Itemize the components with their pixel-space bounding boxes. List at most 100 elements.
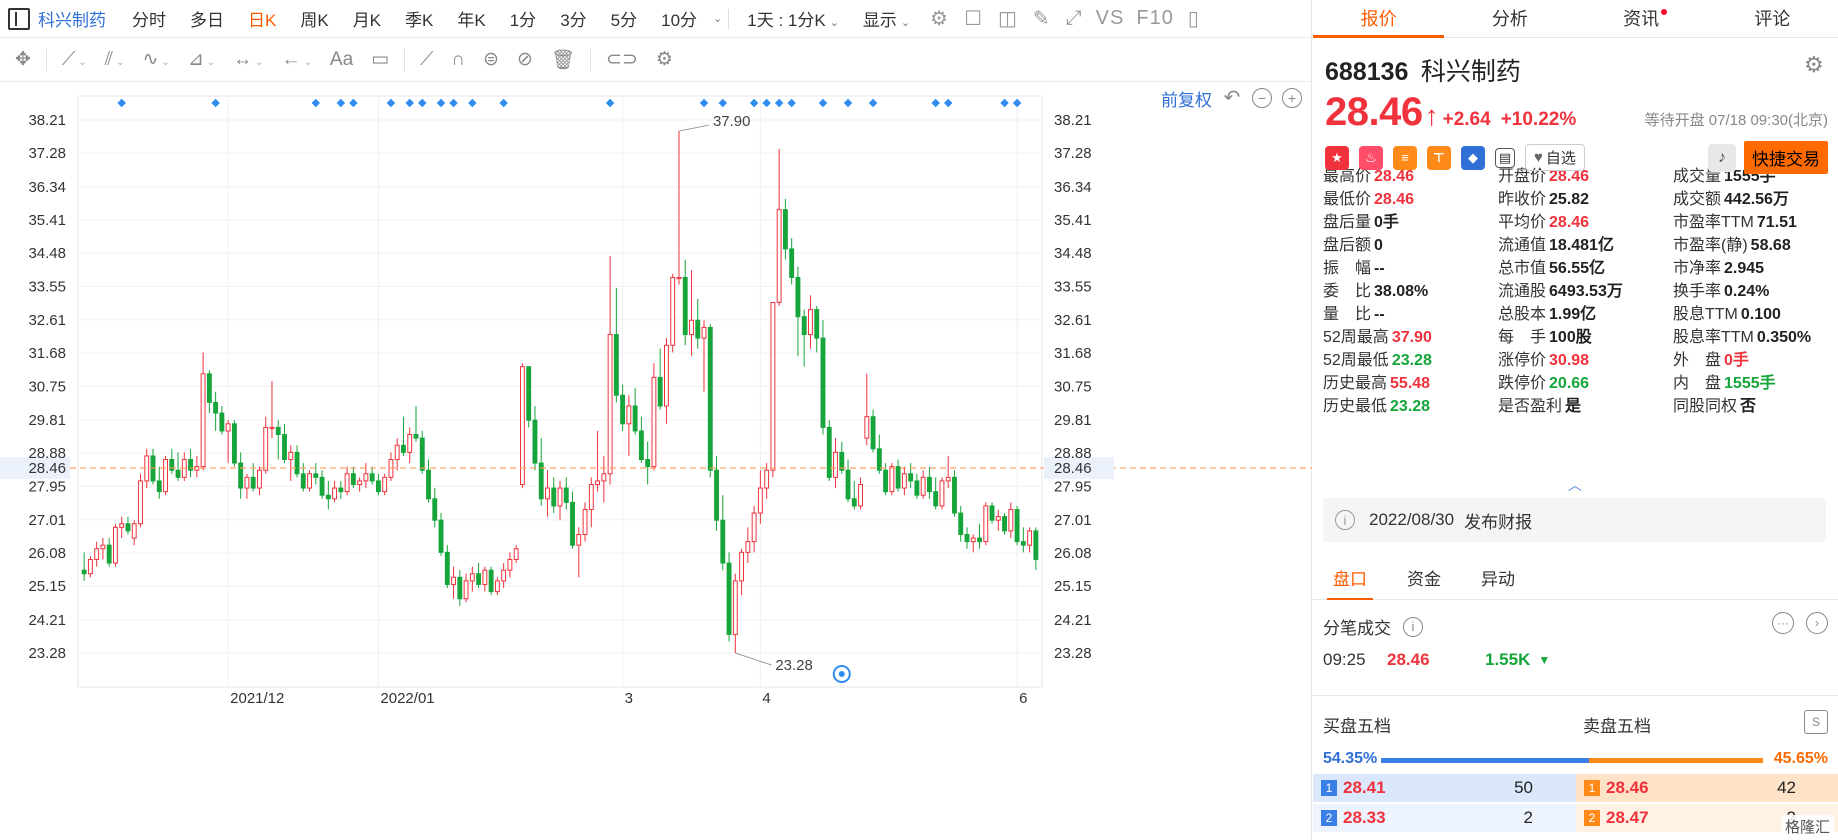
display-label: 显示: [862, 11, 897, 30]
period-quarterly-k[interactable]: 季K: [405, 6, 433, 31]
candle-body: [695, 319, 701, 339]
candle-body: [363, 473, 369, 482]
camera-icon[interactable]: ◫: [998, 6, 1017, 31]
trash-icon[interactable]: 🗑: [551, 48, 575, 72]
candle-body: [131, 523, 137, 539]
quick-trade-button[interactable]: 快捷交易: [1744, 141, 1828, 174]
arrow-tool-icon[interactable]: ← ⌄: [282, 49, 312, 71]
y-tick-label-right: 34.48: [1054, 245, 1092, 262]
panel-toggle-icon[interactable]: ▯: [1188, 6, 1199, 31]
period-toolbar: 科兴制药 分时 多日 日K 周K 月K 季K 年K 1分 3分 5分 10分 ⌄…: [0, 0, 1312, 38]
magnet-icon[interactable]: ∩: [451, 49, 465, 71]
candle-body: [100, 544, 106, 550]
y-tick-label-left: 35.41: [28, 212, 66, 229]
fullscreen-icon[interactable]: ⤢: [1066, 7, 1082, 30]
range-select[interactable]: 1天 : 1分K ⌄: [747, 6, 839, 31]
measure-tool-icon[interactable]: ↔ ⌄: [233, 49, 263, 71]
candle-body: [770, 301, 776, 471]
tab-quote[interactable]: 报价: [1313, 0, 1445, 38]
buy-level-row[interactable]: 1 28.41 50: [1313, 774, 1576, 802]
text-tool-icon[interactable]: Aa: [330, 49, 353, 71]
level-volume: 2: [1523, 808, 1533, 827]
coins-icon[interactable]: ≡: [1393, 145, 1417, 170]
event-marker-icon: [749, 98, 759, 108]
line-tool-icon[interactable]: ⟋ ⌄: [62, 49, 87, 71]
tab-comments[interactable]: 评论: [1707, 0, 1838, 37]
collapse-chevron-icon[interactable]: ︿: [1568, 475, 1582, 495]
more-icon[interactable]: ···: [1772, 612, 1794, 634]
settings-gear-icon[interactable]: ⚙: [930, 6, 948, 31]
vs-compare-button[interactable]: VS: [1096, 7, 1125, 30]
earnings-report-notice[interactable]: i 2022/08/30 发布财报: [1323, 498, 1826, 542]
hk-icon[interactable]: ⊤: [1427, 145, 1451, 170]
y-tick-label-right: 33.55: [1054, 278, 1092, 295]
add-watchlist-button[interactable]: ♥ 自选: [1525, 144, 1585, 171]
f10-button[interactable]: F10: [1136, 7, 1173, 30]
candlestick-chart[interactable]: 28.46 28.46 37.90 23.28 38.21 38.21 37.28 37.2…: [0, 82, 1312, 708]
tab-orderbook[interactable]: 盘口: [1313, 560, 1387, 600]
tab-analysis[interactable]: 分析: [1444, 0, 1575, 37]
tab-capital[interactable]: 资金: [1387, 560, 1461, 599]
watermark: 格隆汇: [1780, 815, 1834, 838]
tag-icon[interactable]: ◆: [1461, 145, 1485, 170]
period-monthly-k[interactable]: 月K: [353, 6, 381, 31]
stat-value: 1.99亿: [1549, 306, 1597, 323]
candle-body: [776, 209, 782, 303]
fib-tool-icon[interactable]: ⊿ ⌄: [188, 48, 215, 71]
tab-news[interactable]: 资讯: [1576, 0, 1707, 37]
period-1min[interactable]: 1分: [510, 6, 536, 31]
candle-body: [751, 512, 757, 543]
channel-tool-icon[interactable]: ⫽ ⌄: [105, 49, 125, 71]
period-weekly-k[interactable]: 周K: [300, 6, 328, 31]
stat-label: 市盈率TTM: [1673, 214, 1754, 231]
sidebar-toggle-icon[interactable]: [8, 7, 30, 30]
y-tick-label-right: 37.28: [1054, 145, 1092, 162]
hot-icon[interactable]: ♨: [1359, 145, 1383, 170]
note-icon[interactable]: ▤: [1495, 147, 1515, 168]
display-menu[interactable]: 显示 ⌄: [863, 6, 910, 31]
candle-body: [732, 580, 738, 635]
move-cross-icon[interactable]: ✥: [15, 48, 31, 71]
candle-body: [125, 523, 131, 532]
stat-label: 市净率: [1673, 260, 1722, 277]
info-icon[interactable]: i: [1403, 616, 1423, 637]
more-periods-chevron-icon[interactable]: ⌄: [713, 12, 722, 25]
wave-tool-icon[interactable]: ∿ ⌄: [143, 48, 170, 71]
period-multiday[interactable]: 多日: [190, 6, 224, 31]
candle-body: [213, 401, 219, 414]
lock-icon[interactable]: ⊜: [483, 48, 499, 71]
candle-body: [482, 569, 488, 585]
candle-body: [494, 580, 500, 593]
collapse-icon[interactable]: S: [1804, 710, 1828, 734]
level-price: 28.46: [1606, 778, 1649, 797]
stat-value: 0.100: [1740, 306, 1781, 323]
expand-icon[interactable]: ›: [1806, 612, 1828, 634]
comment-tool-icon[interactable]: ▭: [371, 48, 389, 71]
period-yearly-k[interactable]: 年K: [457, 6, 485, 31]
settings-gear-icon[interactable]: ⚙: [1804, 54, 1826, 76]
pencil-icon[interactable]: ✎: [1033, 6, 1050, 31]
sell-level-row[interactable]: 1 28.46 42: [1576, 774, 1838, 802]
period-daily-k[interactable]: 日K: [248, 6, 276, 31]
down-triangle-icon: ▼: [1538, 653, 1551, 667]
candle-body: [507, 558, 513, 571]
eraser-icon[interactable]: ⟋: [420, 49, 433, 71]
period-intraday[interactable]: 分时: [132, 6, 166, 31]
hide-icon[interactable]: ⊘: [517, 48, 533, 71]
china-flag-icon[interactable]: ★: [1325, 145, 1349, 170]
candle-body: [413, 434, 419, 439]
period-10min[interactable]: 10分: [661, 6, 697, 31]
period-3min[interactable]: 3分: [560, 6, 586, 31]
link-icon[interactable]: ⊂⊃: [606, 48, 638, 71]
bell-icon[interactable]: ♪: [1708, 143, 1736, 172]
buy-level-row[interactable]: 2 28.33 2: [1313, 804, 1576, 832]
event-marker-icon: [931, 98, 940, 108]
current-price-label-left: 28.46: [28, 460, 66, 477]
layout-square-icon[interactable]: ☐: [964, 6, 982, 31]
drawing-settings-icon[interactable]: ⚙: [656, 48, 673, 71]
period-5min[interactable]: 5分: [611, 6, 637, 31]
stat-label: 平均价: [1498, 214, 1547, 231]
candle-body: [883, 469, 889, 493]
tab-unusual[interactable]: 异动: [1461, 560, 1535, 599]
candle-body: [576, 533, 582, 546]
